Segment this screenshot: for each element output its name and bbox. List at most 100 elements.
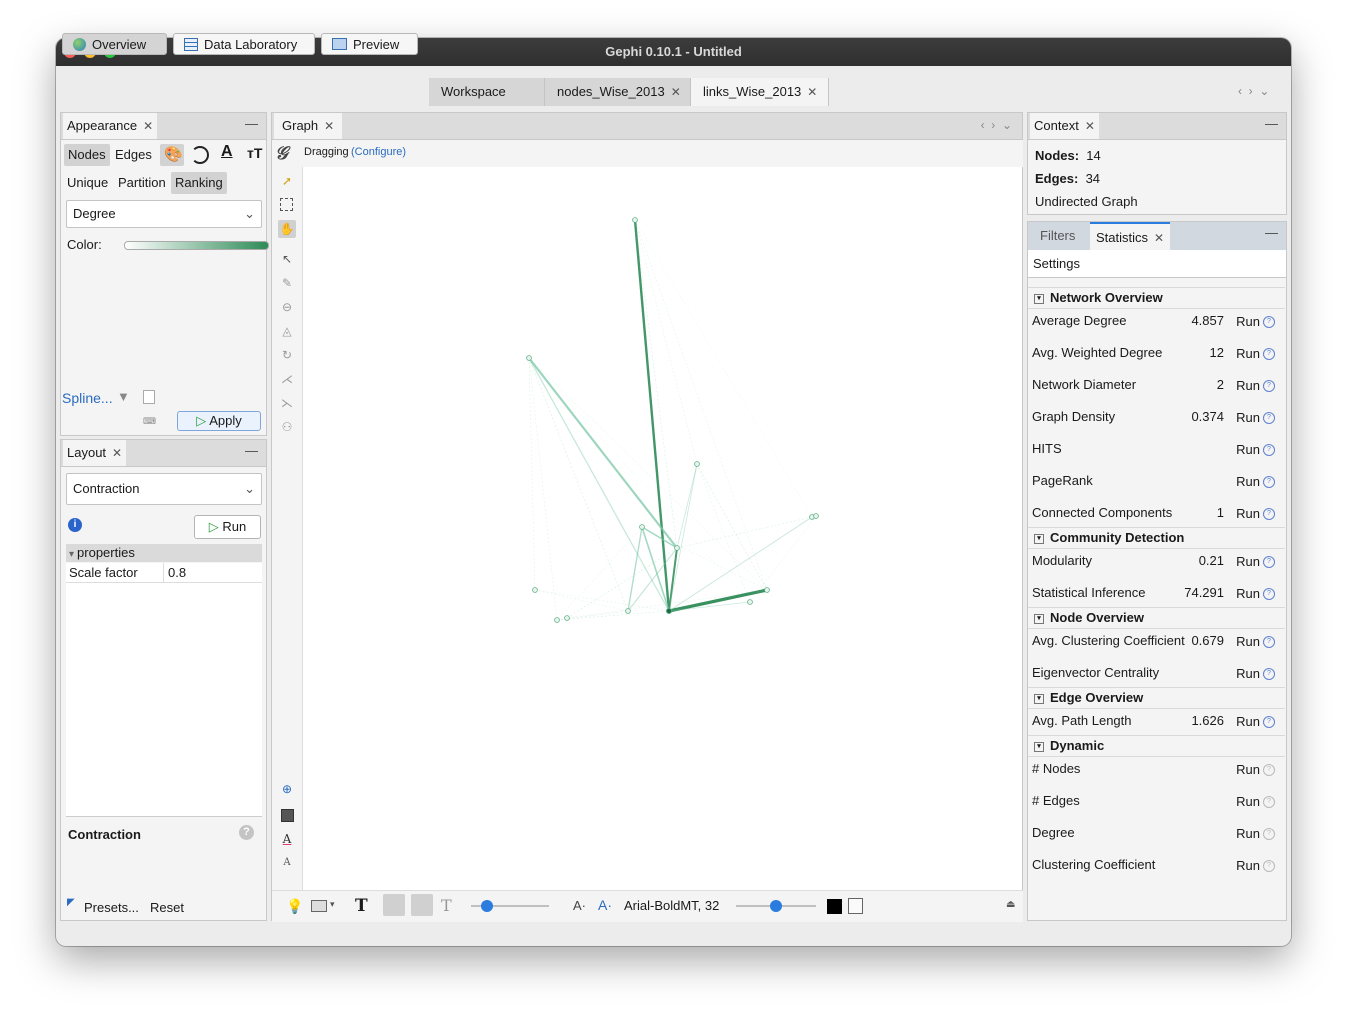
help-icon[interactable]: ?	[1263, 828, 1275, 840]
pointer-icon[interactable]: ➚	[280, 174, 294, 188]
close-icon[interactable]: ✕	[143, 119, 153, 133]
chevron-right-icon[interactable]: ›	[1249, 84, 1253, 98]
graph-node[interactable]	[813, 513, 819, 519]
run-button[interactable]: Run	[1236, 856, 1260, 876]
run-button[interactable]: Run	[1236, 712, 1260, 732]
stats-section-header[interactable]: ▾ Node Overview	[1028, 607, 1285, 629]
sizer-icon[interactable]: ⊖	[280, 300, 294, 314]
tab-filters[interactable]: Filters	[1030, 222, 1085, 250]
minimize-icon[interactable]: —	[245, 443, 258, 458]
graph-node[interactable]	[532, 587, 538, 593]
graph-node[interactable]	[639, 524, 645, 530]
run-button[interactable]: Run	[1236, 792, 1260, 812]
help-icon[interactable]: ?	[1263, 588, 1275, 600]
tab-statistics[interactable]: Statistics ✕	[1090, 222, 1171, 250]
screenshot-icon[interactable]	[311, 900, 327, 912]
stats-section-header[interactable]: ▾ Network Overview	[1028, 287, 1285, 309]
apply-button[interactable]: ▷ Apply	[177, 411, 261, 431]
help-icon[interactable]: ?	[1263, 716, 1275, 728]
close-icon[interactable]: ✕	[807, 85, 817, 99]
help-icon[interactable]: ?	[1263, 412, 1275, 424]
reset-button[interactable]: Reset	[150, 900, 184, 915]
settings-button[interactable]: Settings	[1033, 256, 1080, 271]
run-button[interactable]: Run	[1236, 344, 1260, 364]
data-laboratory-button[interactable]: Data Laboratory	[173, 33, 315, 55]
tab-layout[interactable]: Layout ✕	[63, 440, 127, 466]
filter-icon[interactable]: ▼	[117, 389, 130, 404]
show-labels-icon[interactable]: T	[355, 896, 368, 916]
workspace-tab-1[interactable]: Workspace 1✕	[429, 78, 545, 127]
tab-appearance[interactable]: Appearance ✕	[63, 113, 158, 139]
run-button[interactable]: Run	[1236, 584, 1260, 604]
property-value[interactable]: 0.8	[168, 565, 186, 580]
font-size-icon[interactable]: A·	[573, 898, 586, 913]
graph-node[interactable]	[625, 608, 631, 614]
font-label[interactable]: Arial-BoldMT, 32	[624, 898, 719, 913]
preview-button[interactable]: Preview	[321, 33, 418, 55]
collapse-icon[interactable]: ▾	[1034, 293, 1044, 304]
chevron-down-icon[interactable]: ▾	[330, 899, 335, 910]
graph-node[interactable]	[632, 217, 638, 223]
tab-edges[interactable]: Edges	[111, 144, 156, 166]
lightbulb-icon[interactable]: 💡	[286, 898, 303, 915]
chevron-right-icon[interactable]: ›	[991, 118, 995, 132]
ranking-attribute-select[interactable]: Degree ⌄	[66, 200, 262, 228]
edge-labels-icon[interactable]: T	[441, 896, 452, 915]
graph-node[interactable]	[564, 615, 570, 621]
graph-node[interactable]	[694, 461, 700, 467]
label-size-icon[interactable]: A	[280, 856, 294, 870]
font-color-icon[interactable]: A·	[598, 897, 612, 913]
help-icon[interactable]: ?	[1263, 508, 1275, 520]
color-gradient-slider[interactable]	[124, 241, 269, 250]
close-icon[interactable]: ✕	[112, 446, 122, 460]
spline-link[interactable]: Spline...	[62, 390, 113, 406]
graph-node[interactable]	[665, 607, 672, 614]
presets-button[interactable]: Presets...	[84, 900, 139, 915]
run-button[interactable]: Run	[1236, 376, 1260, 396]
graph-node[interactable]	[526, 355, 532, 361]
help-icon[interactable]: ?	[1263, 668, 1275, 680]
graph-node[interactable]	[747, 599, 753, 605]
run-button[interactable]: Run	[1236, 824, 1260, 844]
help-icon[interactable]: ?	[1263, 556, 1275, 568]
graph-canvas[interactable]	[302, 167, 1023, 889]
label-size-slider[interactable]	[471, 900, 549, 912]
minimize-icon[interactable]: —	[245, 116, 258, 131]
minimize-icon[interactable]: —	[1265, 116, 1278, 131]
color-palette-icon[interactable]: 🎨	[160, 144, 184, 166]
collapse-icon[interactable]: ▾	[1034, 533, 1044, 544]
size-icon[interactable]	[191, 146, 209, 164]
run-button[interactable]: Run	[1236, 472, 1260, 492]
label-color-icon[interactable]: A	[280, 832, 294, 846]
copy-icon[interactable]	[143, 390, 155, 404]
direct-select-icon[interactable]: ↖	[280, 252, 294, 266]
clipboard-icon[interactable]	[848, 898, 863, 914]
edges-toggle-icon[interactable]	[383, 894, 405, 916]
info-icon[interactable]: i	[68, 518, 82, 532]
run-button[interactable]: Run	[1236, 632, 1260, 652]
background-color-swatch[interactable]	[827, 899, 842, 914]
properties-header[interactable]: ▾ properties	[66, 544, 262, 562]
stats-section-header[interactable]: ▾ Edge Overview	[1028, 687, 1285, 709]
workspace-tab-nodes[interactable]: nodes_Wise_2013 ✕	[545, 78, 691, 106]
help-icon[interactable]: ?	[1263, 444, 1275, 456]
chevron-down-icon[interactable]: ⌄	[1002, 118, 1012, 132]
painter-icon[interactable]: ✎	[280, 276, 294, 290]
tab-graph[interactable]: Graph ✕	[274, 113, 343, 139]
tab-unique[interactable]: Unique	[63, 172, 112, 194]
graph-node[interactable]	[674, 545, 680, 551]
graph-node[interactable]	[764, 587, 770, 593]
run-button[interactable]: Run	[1236, 504, 1260, 524]
chevron-left-icon[interactable]: ‹	[981, 118, 985, 132]
edge-pencil-icon[interactable]: ⋌	[280, 372, 294, 386]
rectangle-select-icon[interactable]	[280, 198, 293, 211]
help-icon[interactable]: ?	[1263, 380, 1275, 392]
stats-section-header[interactable]: ▾ Dynamic	[1028, 735, 1285, 757]
run-button[interactable]: Run	[1236, 312, 1260, 332]
rotate-icon[interactable]: ↻	[280, 348, 294, 362]
font-size-slider[interactable]	[736, 900, 816, 912]
help-icon[interactable]: ?	[1263, 860, 1275, 872]
run-button[interactable]: Run	[1236, 408, 1260, 428]
run-button[interactable]: Run	[1236, 552, 1260, 572]
minimize-icon[interactable]: —	[1265, 225, 1278, 240]
